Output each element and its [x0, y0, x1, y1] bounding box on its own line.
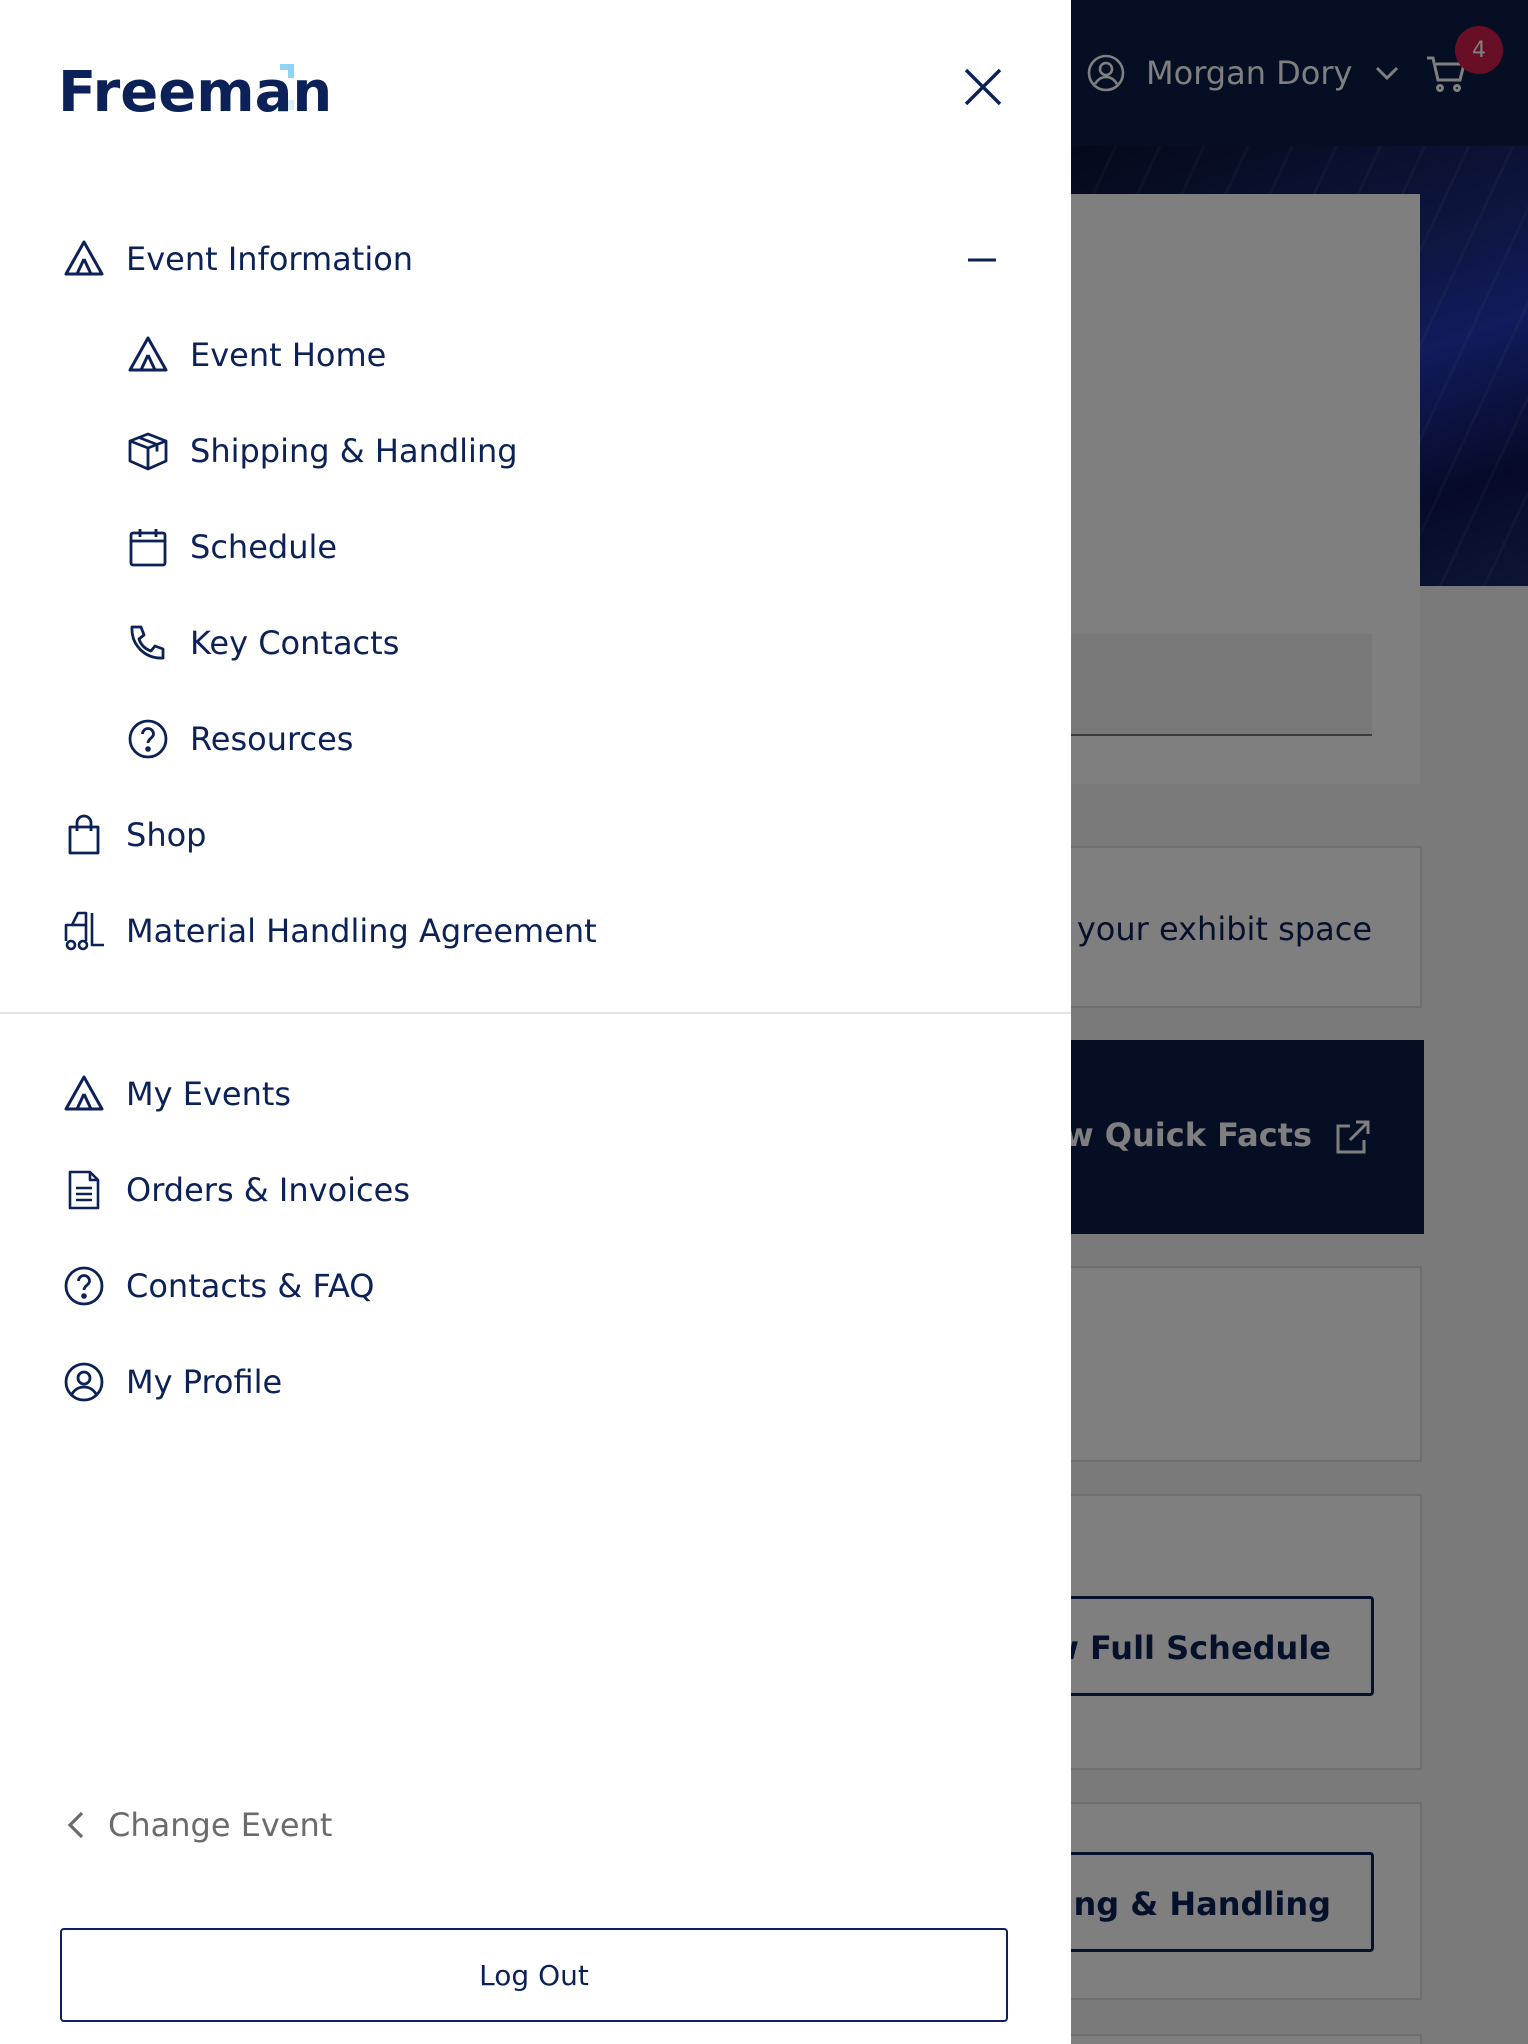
nav-shipping-handling-label: Shipping & Handling — [190, 432, 518, 470]
logo-mark-icon — [280, 64, 294, 110]
shopping-bag-icon — [62, 813, 106, 857]
forklift-icon — [62, 909, 106, 953]
logout-button[interactable]: Log Out — [60, 1928, 1008, 2022]
nav-contacts-faq-label: Contacts & FAQ — [126, 1267, 375, 1305]
nav-shop-label: Shop — [126, 816, 207, 854]
event-icon — [126, 333, 170, 377]
minus-icon[interactable] — [966, 244, 998, 276]
document-icon — [62, 1168, 106, 1212]
nav-my-profile[interactable]: My Profile — [62, 1354, 282, 1410]
change-event-label: Change Event — [108, 1806, 333, 1844]
logout-label: Log Out — [479, 1958, 589, 1992]
chevron-left-icon — [67, 1811, 84, 1839]
nav-event-home-label: Event Home — [190, 336, 387, 374]
nav-event-information[interactable]: Event Information — [62, 231, 413, 287]
nav-event-information-label: Event Information — [126, 240, 414, 278]
event-icon — [62, 237, 106, 281]
navigation-drawer: Freeman Event Information Event Home Shi… — [0, 0, 1071, 2044]
help-circle-icon — [62, 1264, 106, 1308]
event-icon — [62, 1072, 106, 1116]
nav-orders-invoices[interactable]: Orders & Invoices — [62, 1162, 410, 1218]
calendar-icon — [126, 525, 170, 569]
nav-contacts-faq[interactable]: Contacts & FAQ — [62, 1258, 374, 1314]
box-icon — [126, 429, 170, 473]
nav-resources-label: Resources — [190, 720, 354, 758]
nav-key-contacts[interactable]: Key Contacts — [126, 615, 399, 671]
nav-schedule-label: Schedule — [190, 528, 338, 566]
nav-my-events-label: My Events — [126, 1075, 292, 1113]
divider — [0, 1012, 1071, 1014]
close-icon[interactable] — [962, 66, 1004, 108]
user-circle-icon — [62, 1360, 106, 1404]
nav-schedule[interactable]: Schedule — [126, 519, 337, 575]
nav-key-contacts-label: Key Contacts — [190, 624, 400, 662]
nav-resources[interactable]: Resources — [126, 711, 353, 767]
nav-material-handling-agreement-label: Material Handling Agreement — [126, 912, 597, 950]
nav-material-handling-agreement[interactable]: Material Handling Agreement — [62, 903, 597, 959]
nav-orders-invoices-label: Orders & Invoices — [126, 1171, 410, 1209]
nav-shipping-handling[interactable]: Shipping & Handling — [126, 423, 518, 479]
nav-my-events[interactable]: My Events — [62, 1066, 291, 1122]
phone-icon — [126, 621, 170, 665]
nav-event-home[interactable]: Event Home — [126, 327, 386, 383]
help-circle-icon — [126, 717, 170, 761]
nav-my-profile-label: My Profile — [126, 1363, 283, 1401]
nav-shop[interactable]: Shop — [62, 807, 206, 863]
change-event-link[interactable]: Change Event — [62, 1806, 332, 1844]
